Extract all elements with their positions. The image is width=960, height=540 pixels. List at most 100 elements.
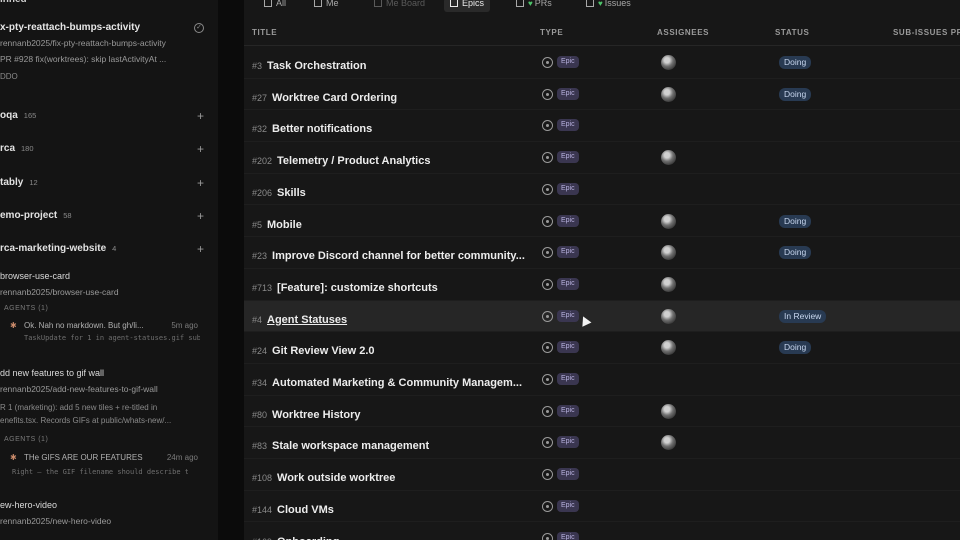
title-cell: #169 Onboarding <box>252 532 532 540</box>
tab-me-board[interactable]: Me Board <box>368 0 431 12</box>
repo-row-tably[interactable]: tably 12 + <box>0 173 218 195</box>
table-row[interactable]: #108 Work outside worktree Epic <box>244 459 960 491</box>
col-type[interactable]: TYPE <box>540 28 563 37</box>
issue-title[interactable]: [Feature]: customize shortcuts <box>277 282 438 294</box>
table-row[interactable]: #713 [Feature]: customize shortcuts Epic <box>244 269 960 301</box>
worktree-title: dd new features to gif wall <box>0 368 105 378</box>
assignee-avatar[interactable] <box>661 86 676 102</box>
table-row[interactable]: #34 Automated Marketing & Community Manag… <box>244 364 960 396</box>
type-badge: Epic <box>557 341 579 354</box>
type-badge: Epic <box>557 214 579 227</box>
issue-title[interactable]: Task Orchestration <box>267 60 366 72</box>
repo-row-rca[interactable]: rca 180 + <box>0 139 218 161</box>
status-badge[interactable]: Doing <box>779 246 812 260</box>
col-status[interactable]: STATUS <box>775 28 809 37</box>
issue-title[interactable]: Improve Discord channel for better commu… <box>272 250 525 262</box>
issue-number: #3 <box>252 61 263 71</box>
worktree-item-browser-use-card[interactable]: browser-use-card rennanb2025/browser-use… <box>0 268 218 348</box>
table-row[interactable]: #3 Task Orchestration Epic Doing <box>244 47 960 79</box>
issue-number: #27 <box>252 92 268 103</box>
check-circle-icon: ✓ <box>194 23 204 33</box>
worktree-item-gif-wall[interactable]: dd new features to gif wall rennanb2025/… <box>0 365 218 483</box>
assignee-avatar[interactable] <box>661 308 676 324</box>
issue-title[interactable]: Better notifications <box>272 123 372 135</box>
table-row[interactable]: #80 Worktree History Epic <box>244 396 960 428</box>
status-badge[interactable]: Doing <box>779 87 812 101</box>
table-row[interactable]: #4 Agent Statuses Epic In Review <box>244 300 960 333</box>
issue-title[interactable]: Mobile <box>267 219 302 231</box>
issue-title[interactable]: Automated Marketing & Community Managem.… <box>272 377 522 389</box>
table-row[interactable]: #144 Cloud VMs Epic <box>244 491 960 523</box>
table-row[interactable]: #83 Stale workspace management Epic <box>244 427 960 460</box>
repo-row-demo-project[interactable]: emo-project 58 + <box>0 206 218 228</box>
tab-me[interactable]: Me <box>308 0 345 12</box>
sidebar: inned x-pty-reattach-bumps-activity ✓ re… <box>0 0 218 540</box>
status-badge[interactable]: Doing <box>779 214 812 228</box>
tab-prs[interactable]: ♥ PRs <box>510 0 558 12</box>
status-badge[interactable]: Doing <box>779 56 812 69</box>
repo-count: 4 <box>112 244 117 253</box>
issue-title[interactable]: Telemetry / Product Analytics <box>277 155 430 167</box>
table-row[interactable]: #27 Worktree Card Ordering Epic Doing <box>244 79 960 111</box>
table-row[interactable]: #23 Improve Discord channel for better co… <box>244 237 960 269</box>
issue-number: #5 <box>252 219 263 230</box>
assignee-avatar[interactable] <box>661 213 676 229</box>
table-row[interactable]: #202 Telemetry / Product Analytics Epic <box>244 142 960 174</box>
table-row[interactable]: #206 Skills Epic <box>244 174 960 206</box>
type-badge: Epic <box>557 87 579 100</box>
issues-panel: All Me Me Board Epics ♥ PRs ♥ Issues TITLE… <box>244 0 960 540</box>
assignee-avatar[interactable] <box>661 245 676 261</box>
repo-count: 58 <box>63 211 72 220</box>
status-badge[interactable]: In Review <box>779 309 827 323</box>
repo-name: oqa <box>0 110 18 121</box>
issue-title[interactable]: Cloud VMs <box>277 504 334 516</box>
issue-title[interactable]: Skills <box>277 187 306 199</box>
status-badge[interactable]: Doing <box>779 341 812 355</box>
type-badge: Epic <box>557 404 579 417</box>
epic-type-icon <box>542 88 553 100</box>
table-row[interactable]: #5 Mobile Epic Doing <box>244 206 960 238</box>
add-icon[interactable]: + <box>197 242 204 256</box>
issue-title[interactable]: Onboarding <box>277 536 339 540</box>
issue-title[interactable]: Git Review View 2.0 <box>272 345 375 357</box>
col-assignees[interactable]: ASSIGNEES <box>657 28 709 37</box>
assignee-avatar[interactable] <box>661 340 676 356</box>
add-icon[interactable]: + <box>197 176 204 190</box>
issue-title[interactable]: Worktree History <box>272 409 360 421</box>
table-row[interactable]: #169 Onboarding Epic <box>244 523 960 540</box>
add-icon[interactable]: + <box>197 109 204 123</box>
add-icon[interactable]: + <box>197 142 204 156</box>
grid-icon <box>516 0 524 7</box>
epic-type-icon <box>542 215 553 227</box>
tab-issues[interactable]: ♥ Issues <box>580 0 637 12</box>
table-row[interactable]: #32 Better notifications Epic <box>244 110 960 143</box>
col-sub-issues[interactable]: SUB-ISSUES PR <box>893 28 960 37</box>
issue-number: #83 <box>252 441 268 452</box>
table-row[interactable]: #24 Git Review View 2.0 Epic Doing <box>244 332 960 364</box>
col-title[interactable]: TITLE <box>252 28 277 37</box>
issue-title[interactable]: Agent Statuses <box>267 314 347 326</box>
repo-row-oqa[interactable]: oqa 165 + <box>0 106 218 128</box>
assignee-avatar[interactable] <box>661 150 676 166</box>
add-icon[interactable]: + <box>197 209 204 223</box>
issue-number: #169 <box>252 537 272 540</box>
type-badge: Epic <box>557 309 579 322</box>
pinned-header: inned <box>0 0 27 5</box>
assignee-avatar[interactable] <box>661 276 676 292</box>
repo-row-orca-marketing-website[interactable]: rca-marketing-website 4 + <box>0 239 218 261</box>
worktree-item-fix-pty[interactable]: x-pty-reattach-bumps-activity ✓ rennanb2… <box>0 18 218 86</box>
tab-epics[interactable]: Epics <box>444 0 491 12</box>
worktree-item-new-hero-video[interactable]: ew-hero-video rennanb2025/new-hero-video <box>0 497 218 533</box>
assignee-avatar[interactable] <box>661 55 676 70</box>
type-badge: Epic <box>557 182 579 195</box>
agent-subtext: TaskUpdate for 1 in agent-statuses.gif s… <box>24 334 200 342</box>
issue-title[interactable]: Worktree Card Ordering <box>272 92 397 104</box>
agent-message[interactable]: ✱ THe GIFS ARE OUR FEATURES <box>10 453 170 462</box>
shield-icon: ♥ <box>528 0 533 8</box>
issue-title[interactable]: Stale workspace management <box>272 440 429 452</box>
issue-title[interactable]: Work outside worktree <box>277 472 395 484</box>
assignee-avatar[interactable] <box>661 435 676 451</box>
tab-all[interactable]: All <box>258 0 292 12</box>
epic-type-icon <box>542 405 553 417</box>
assignee-avatar[interactable] <box>661 403 676 419</box>
